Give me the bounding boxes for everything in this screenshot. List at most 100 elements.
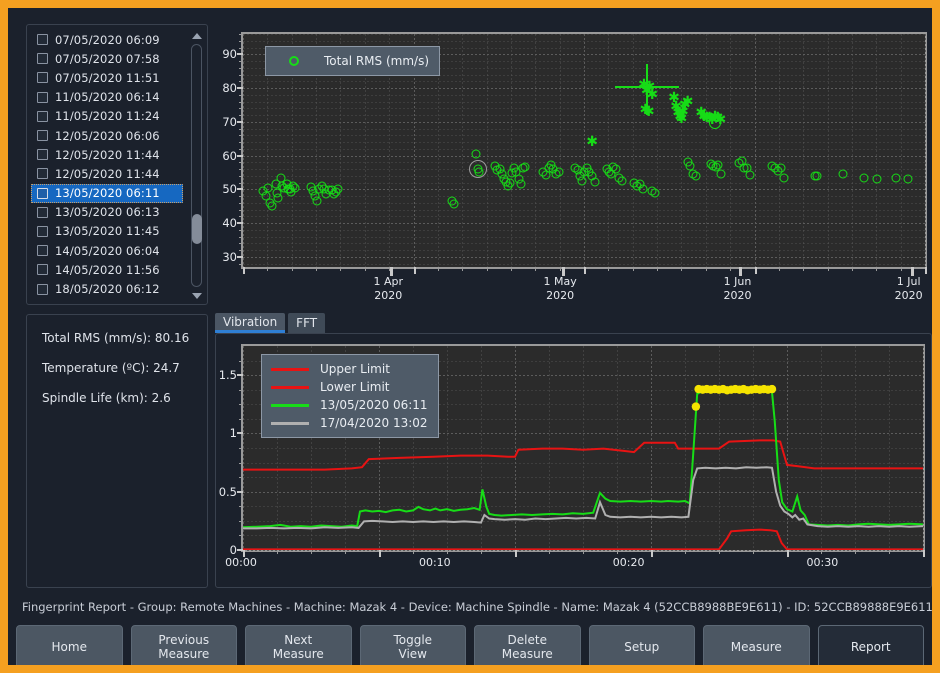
measurement-list-item[interactable]: 11/05/2020 06:14 bbox=[31, 88, 189, 107]
legend-row: Upper Limit bbox=[270, 360, 428, 378]
measurement-checkbox[interactable] bbox=[37, 283, 48, 295]
measurement-list-item[interactable]: 14/05/2020 06:04 bbox=[31, 241, 189, 260]
legend-line-icon bbox=[270, 385, 310, 389]
toggle-view-button[interactable]: Toggle View bbox=[359, 625, 466, 665]
y-tick-label: 1 bbox=[229, 426, 237, 441]
measurement-checkbox[interactable] bbox=[37, 168, 48, 180]
measurement-checkbox[interactable] bbox=[37, 130, 48, 142]
x-tick-mark bbox=[510, 267, 512, 271]
measurement-list-item[interactable]: 18/05/2020 11:42 bbox=[31, 299, 189, 301]
scatter-point bbox=[273, 193, 283, 203]
scatter-point bbox=[520, 162, 530, 172]
measurement-list-item[interactable]: 13/05/2020 06:11 bbox=[31, 183, 183, 203]
measurement-timestamp-label: 13/05/2020 11:45 bbox=[55, 224, 160, 239]
grid-line-vertical bbox=[778, 34, 780, 267]
x-tick-label: 00:30 bbox=[806, 556, 839, 569]
x-tick-mark bbox=[515, 550, 517, 557]
measurement-list-scrollbar[interactable] bbox=[189, 29, 204, 302]
grid-line-vertical bbox=[243, 34, 244, 267]
scatter-point bbox=[776, 163, 786, 173]
scatter-point bbox=[691, 171, 701, 181]
status-bar-text: Fingerprint Report - Group: Remote Machi… bbox=[22, 600, 932, 614]
scatter-point bbox=[716, 169, 726, 179]
home-button[interactable]: Home bbox=[16, 625, 123, 665]
delete-measure-button[interactable]: Delete Measure bbox=[474, 625, 581, 665]
measurement-checkbox[interactable] bbox=[37, 264, 48, 276]
x-tick-mark bbox=[900, 267, 902, 271]
measurement-checkbox[interactable] bbox=[37, 53, 48, 65]
y-tick-label: 70 bbox=[222, 114, 237, 129]
measurement-checkbox[interactable] bbox=[37, 110, 48, 122]
legend-label: Upper Limit bbox=[320, 362, 390, 376]
measurement-checkbox[interactable] bbox=[37, 206, 48, 218]
x-tick-mark bbox=[486, 267, 488, 271]
x-tick-mark bbox=[481, 550, 482, 554]
x-tick-mark bbox=[851, 267, 853, 271]
report-button[interactable]: Report bbox=[817, 625, 924, 665]
measurement-checkbox[interactable] bbox=[37, 72, 48, 84]
measurement-list-item[interactable]: 11/05/2020 11:24 bbox=[31, 107, 189, 126]
x-tick-mark bbox=[787, 550, 789, 557]
button-bar: Home Previous Measure Next Measure Toggle V… bbox=[16, 625, 924, 665]
measurement-list-scrollport[interactable]: 07/05/2020 06:09 07/05/2020 07:58 07/05/20… bbox=[31, 30, 189, 301]
scrollbar-thumb[interactable] bbox=[191, 214, 202, 244]
y-tick-label: 1.5 bbox=[218, 368, 237, 383]
x-tick-mark bbox=[925, 267, 927, 274]
temperature-value: Temperature (ºC): 24.7 bbox=[42, 361, 180, 375]
measurement-list-item[interactable]: 18/05/2020 06:12 bbox=[31, 279, 189, 298]
next-measure-button[interactable]: Next Measure bbox=[245, 625, 352, 665]
total-rms-value: Total RMS (mm/s): 80.16 bbox=[42, 331, 190, 345]
scatter-point bbox=[554, 167, 564, 177]
measurement-checkbox[interactable] bbox=[37, 149, 48, 161]
measurement-list-item[interactable]: 12/05/2020 06:06 bbox=[31, 126, 189, 145]
measurement-list-item[interactable]: 13/05/2020 06:13 bbox=[31, 203, 189, 222]
measurement-checkbox[interactable] bbox=[37, 187, 48, 199]
spindle-life-value: Spindle Life (km): 2.6 bbox=[42, 391, 171, 405]
x-tick-mark bbox=[889, 550, 890, 554]
measurement-timestamp-label: 18/05/2020 06:12 bbox=[55, 282, 160, 297]
y-tick-label: 40 bbox=[222, 216, 237, 231]
scatter-point bbox=[471, 149, 481, 159]
x-tick-mark bbox=[413, 267, 416, 274]
measurement-list-item[interactable]: 07/05/2020 07:58 bbox=[31, 49, 189, 68]
trend-chart-legend: Total RMS (mm/s) bbox=[265, 46, 440, 76]
measurement-list-item[interactable]: 14/05/2020 11:56 bbox=[31, 260, 189, 279]
setup-button[interactable]: Setup bbox=[588, 625, 695, 665]
grid-line-vertical bbox=[584, 34, 585, 267]
measurement-timestamp-label: 14/05/2020 11:56 bbox=[55, 262, 160, 277]
star-marker: ✱ bbox=[675, 111, 688, 128]
scroll-up-arrow-icon[interactable] bbox=[189, 29, 204, 42]
measurement-list-item[interactable]: 07/05/2020 06:09 bbox=[31, 30, 189, 49]
vibration-plot-area[interactable]: 0 0.5 1 1.5 Upper Limit Lower Limit 13/05/2020… bbox=[219, 344, 925, 557]
measurement-checkbox[interactable] bbox=[37, 34, 48, 46]
measurement-timestamp-label: 07/05/2020 06:09 bbox=[55, 32, 160, 47]
legend-label: 13/05/2020 06:11 bbox=[320, 398, 428, 412]
grid-line-vertical bbox=[462, 34, 464, 267]
tab-vibration[interactable]: Vibration bbox=[215, 313, 286, 333]
measurement-list-item[interactable]: 12/05/2020 11:44 bbox=[31, 164, 189, 183]
x-tick-mark bbox=[685, 550, 686, 554]
measurement-checkbox[interactable] bbox=[37, 245, 48, 257]
measure-button[interactable]: Measure bbox=[703, 625, 810, 665]
trend-plot-area[interactable]: 30405060708090✱✱✱✱✱✱✱✱✱✱✱✱✱✱✱✱✱✱✱✱✱✱✱Tot… bbox=[222, 32, 927, 276]
legend-line-icon bbox=[270, 403, 310, 407]
scatter-point bbox=[267, 201, 277, 211]
tab-fft[interactable]: FFT bbox=[288, 313, 326, 333]
scrollbar-track[interactable] bbox=[191, 44, 202, 287]
measurement-list-item[interactable]: 07/05/2020 11:51 bbox=[31, 68, 189, 87]
x-tick-mark bbox=[267, 267, 269, 271]
measurement-checkbox[interactable] bbox=[37, 225, 48, 237]
scroll-down-arrow-icon[interactable] bbox=[189, 289, 204, 302]
measurement-list-item[interactable]: 12/05/2020 11:44 bbox=[31, 145, 189, 164]
grid-line-vertical bbox=[851, 34, 853, 267]
x-tick-mark bbox=[549, 550, 550, 554]
x-tick-label: 00:00 bbox=[225, 556, 257, 569]
grid-line-vertical bbox=[803, 34, 805, 267]
selected-point-highlight bbox=[468, 160, 487, 179]
previous-measure-button[interactable]: Previous Measure bbox=[130, 625, 237, 665]
measurement-list-item[interactable]: 13/05/2020 11:45 bbox=[31, 222, 189, 241]
x-tick-mark bbox=[608, 267, 610, 271]
x-tick-mark bbox=[778, 267, 780, 271]
scatter-point bbox=[859, 173, 869, 183]
measurement-checkbox[interactable] bbox=[37, 91, 48, 103]
